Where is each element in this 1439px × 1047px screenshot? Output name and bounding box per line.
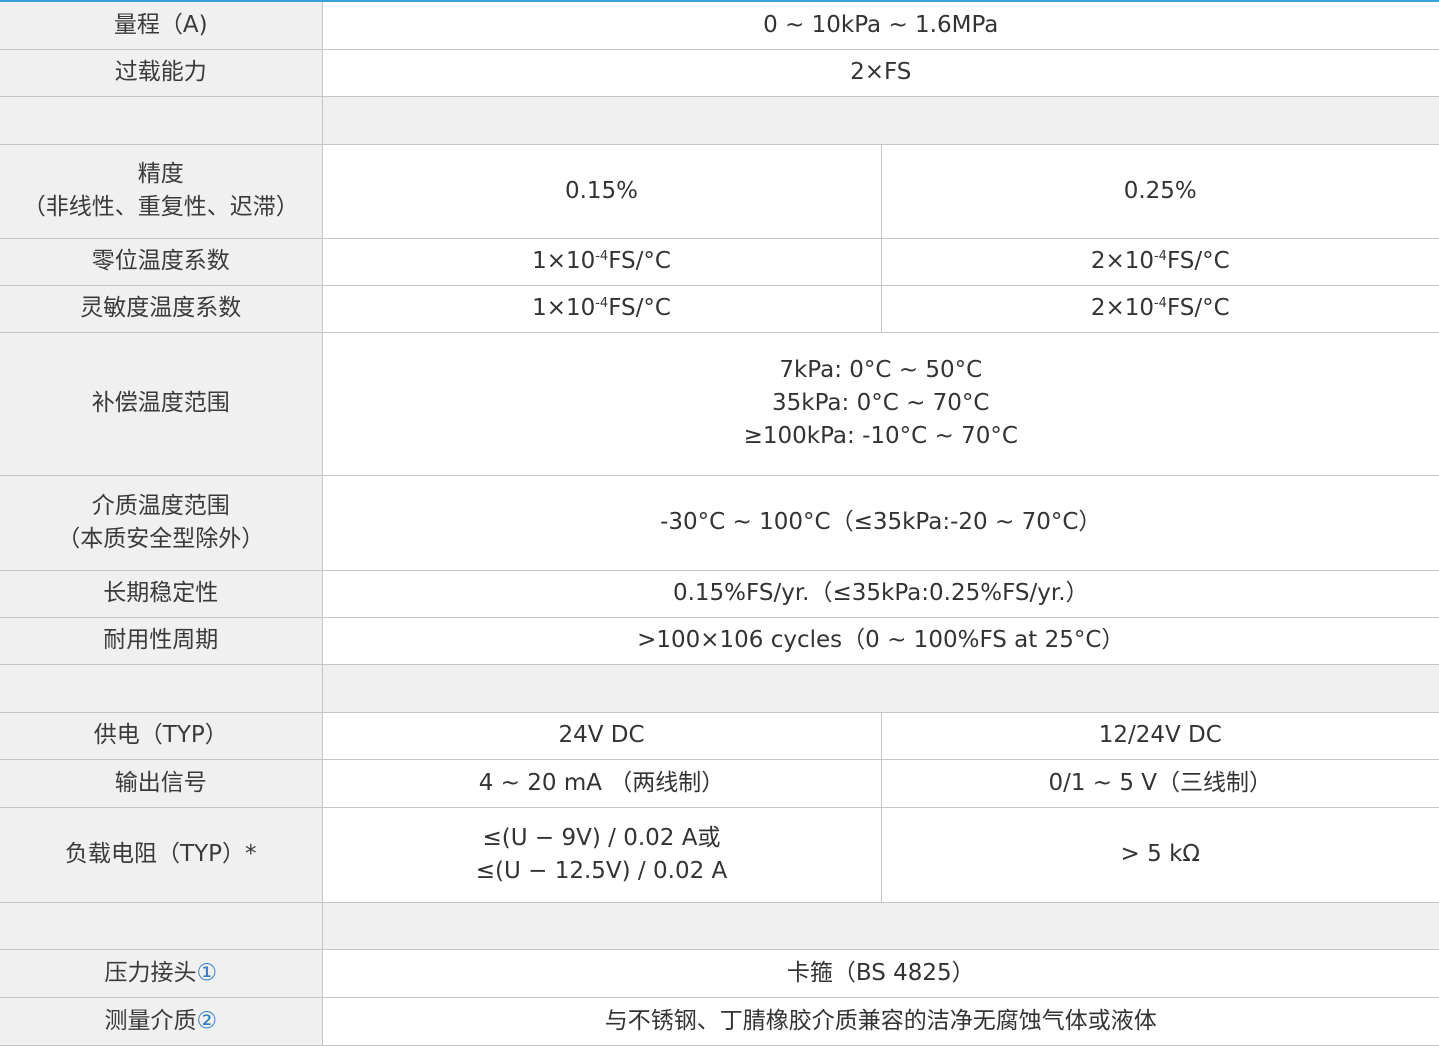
table-row: 压力接头① 卡箍（BS 4825） — [0, 949, 1439, 998]
value-line: 35kPa: 0°C ~ 70°C — [772, 390, 990, 416]
row-label: 补偿温度范围 — [0, 332, 323, 476]
row-label: 长期稳定性 — [0, 570, 323, 618]
row-label: 压力接头① — [0, 949, 323, 998]
coef-exponent: -4 — [1153, 296, 1167, 311]
section-spacer — [0, 664, 1439, 713]
value-line: ≤(U − 12.5V) / 0.02 A — [475, 857, 728, 884]
footnote-marker-1: ① — [196, 959, 218, 986]
row-value: 0 ~ 10kPa ~ 1.6MPa — [322, 2, 1439, 50]
table-row: 输出信号 4 ~ 20 mA （两线制） 0/1 ~ 5 V（三线制） — [0, 759, 1439, 808]
table-row: 灵敏度温度系数 1×10-4FS/°C 2×10-4FS/°C — [0, 285, 1439, 333]
row-value: 7kPa: 0°C ~ 50°C 35kPa: 0°C ~ 70°C ≥100k… — [322, 332, 1439, 476]
value-line: 7kPa: 0°C ~ 50°C — [779, 357, 983, 383]
coef-exponent: -4 — [595, 249, 609, 264]
row-label: 测量介质② — [0, 997, 323, 1046]
row-label: 介质温度范围 （本质安全型除外） — [0, 475, 323, 571]
coef-base: 1×10 — [532, 295, 596, 321]
spec-table: 量程（A) 0 ~ 10kPa ~ 1.6MPa 过载能力 2×FS 精度 （非… — [0, 2, 1439, 1046]
coef-unit: FS/°C — [1166, 295, 1230, 321]
row-label-line: （本质安全型除外） — [57, 525, 265, 552]
row-label: 输出信号 — [0, 759, 323, 808]
spacer-value-cell — [322, 902, 1439, 950]
coef-unit: FS/°C — [608, 295, 671, 321]
row-label: 负载电阻（TYP）* — [0, 807, 323, 903]
value-line: ≤(U − 9V) / 0.02 A或 — [482, 824, 721, 851]
table-row: 过载能力 2×FS — [0, 49, 1439, 97]
row-value: 0.15%FS/yr.（≤35kPa:0.25%FS/yr.） — [322, 570, 1439, 618]
spacer-label-cell — [0, 664, 323, 713]
row-value-right: 0.25% — [881, 144, 1439, 239]
table-row: 负载电阻（TYP）* ≤(U − 9V) / 0.02 A或 ≤(U − 12.… — [0, 807, 1439, 903]
row-value-right: 2×10-4FS/°C — [881, 238, 1439, 286]
table-row: 补偿温度范围 7kPa: 0°C ~ 50°C 35kPa: 0°C ~ 70°… — [0, 332, 1439, 476]
row-label-text: 测量介质 — [104, 1007, 197, 1034]
table-row: 测量介质② 与不锈钢、丁腈橡胶介质兼容的洁净无腐蚀气体或液体 — [0, 997, 1439, 1046]
spec-sheet: 量程（A) 0 ~ 10kPa ~ 1.6MPa 过载能力 2×FS 精度 （非… — [0, 0, 1439, 1047]
row-label: 供电（TYP） — [0, 712, 323, 760]
table-row: 精度 （非线性、重复性、迟滞） 0.15% 0.25% — [0, 144, 1439, 239]
row-value-right: 0/1 ~ 5 V（三线制） — [881, 759, 1439, 808]
row-value-left: ≤(U − 9V) / 0.02 A或 ≤(U − 12.5V) / 0.02 … — [322, 807, 882, 903]
row-label-line: 介质温度范围 — [91, 492, 230, 519]
coef-exponent: -4 — [595, 296, 609, 311]
row-value-left: 0.15% — [322, 144, 882, 239]
row-label: 灵敏度温度系数 — [0, 285, 323, 333]
row-value-left: 24V DC — [322, 712, 882, 760]
table-row: 长期稳定性 0.15%FS/yr.（≤35kPa:0.25%FS/yr.） — [0, 570, 1439, 618]
table-row: 零位温度系数 1×10-4FS/°C 2×10-4FS/°C — [0, 238, 1439, 286]
value-line: ≥100kPa: -10°C ~ 70°C — [743, 423, 1018, 449]
spacer-label-cell — [0, 902, 323, 950]
row-label-text: 压力接头 — [104, 959, 197, 986]
coef-exponent: -4 — [1153, 249, 1167, 264]
row-value-right: 2×10-4FS/°C — [881, 285, 1439, 333]
row-label: 量程（A) — [0, 2, 323, 50]
row-value: 2×FS — [322, 49, 1439, 97]
table-row: 供电（TYP） 24V DC 12/24V DC — [0, 712, 1439, 760]
row-label-line: （非线性、重复性、迟滞） — [22, 194, 299, 220]
row-value: -30°C ~ 100°C（≤35kPa:-20 ~ 70°C） — [322, 475, 1439, 571]
coef-base: 2×10 — [1090, 295, 1154, 321]
coef-unit: FS/°C — [608, 248, 671, 274]
row-label: 精度 （非线性、重复性、迟滞） — [0, 144, 323, 239]
spacer-value-cell — [322, 96, 1439, 145]
spacer-label-cell — [0, 96, 323, 145]
section-spacer — [0, 902, 1439, 950]
row-label: 过载能力 — [0, 49, 323, 97]
table-row: 耐用性周期 >100×106 cycles（0 ~ 100%FS at 25°C… — [0, 617, 1439, 665]
row-value-right: > 5 kΩ — [881, 807, 1439, 903]
row-label: 零位温度系数 — [0, 238, 323, 286]
coef-base: 2×10 — [1090, 248, 1154, 274]
row-label: 耐用性周期 — [0, 617, 323, 665]
row-value-left: 1×10-4FS/°C — [322, 285, 882, 333]
coef-unit: FS/°C — [1166, 248, 1230, 274]
section-spacer — [0, 96, 1439, 145]
row-value-left: 1×10-4FS/°C — [322, 238, 882, 286]
footnote-marker-2: ② — [196, 1007, 218, 1034]
spacer-value-cell — [322, 664, 1439, 713]
row-value: 卡箍（BS 4825） — [322, 949, 1439, 998]
coef-base: 1×10 — [532, 248, 596, 274]
table-row: 量程（A) 0 ~ 10kPa ~ 1.6MPa — [0, 2, 1439, 50]
row-value-left: 4 ~ 20 mA （两线制） — [322, 759, 882, 808]
row-value-right: 12/24V DC — [881, 712, 1439, 760]
row-value: >100×106 cycles（0 ~ 100%FS at 25°C） — [322, 617, 1439, 665]
table-row: 介质温度范围 （本质安全型除外） -30°C ~ 100°C（≤35kPa:-2… — [0, 475, 1439, 571]
row-label-line: 精度 — [137, 161, 184, 187]
row-value: 与不锈钢、丁腈橡胶介质兼容的洁净无腐蚀气体或液体 — [322, 997, 1439, 1046]
